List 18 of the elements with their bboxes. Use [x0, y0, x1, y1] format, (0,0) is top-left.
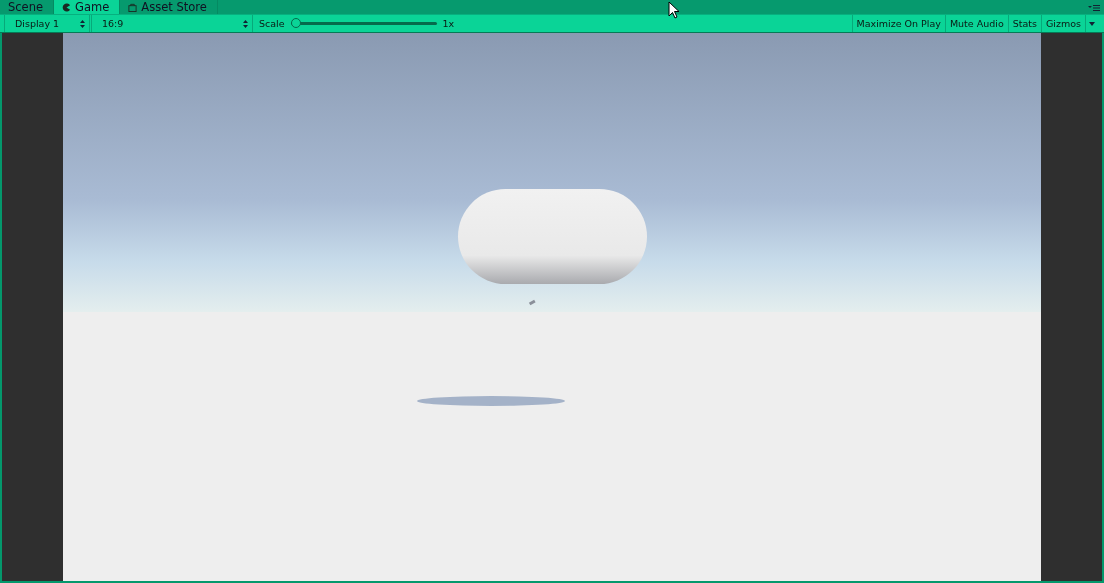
cursor-icon	[668, 1, 680, 20]
scale-reading: 1x	[442, 18, 455, 29]
updown-icon	[243, 19, 248, 28]
pacman-icon	[62, 2, 72, 12]
display-dropdown[interactable]: Display 1	[4, 15, 90, 32]
scale-label: Scale	[259, 18, 285, 29]
toggle-button[interactable]: Mute Audio	[944, 15, 1008, 32]
toggle-button[interactable]: Gizmos	[1041, 15, 1085, 32]
slider-thumb[interactable]	[290, 18, 301, 28]
caret-icon	[1089, 21, 1095, 26]
menu-icon[interactable]	[1088, 4, 1100, 12]
caret-button[interactable]	[1085, 15, 1098, 32]
aspect-dropdown[interactable]: 16:9	[91, 15, 253, 32]
bag-icon	[128, 2, 138, 12]
tab[interactable]: Game	[54, 0, 121, 14]
toggle-button[interactable]: Stats	[1007, 15, 1041, 32]
toggle-button[interactable]: Maximize On Play	[851, 15, 945, 32]
updown-icon	[80, 19, 85, 28]
